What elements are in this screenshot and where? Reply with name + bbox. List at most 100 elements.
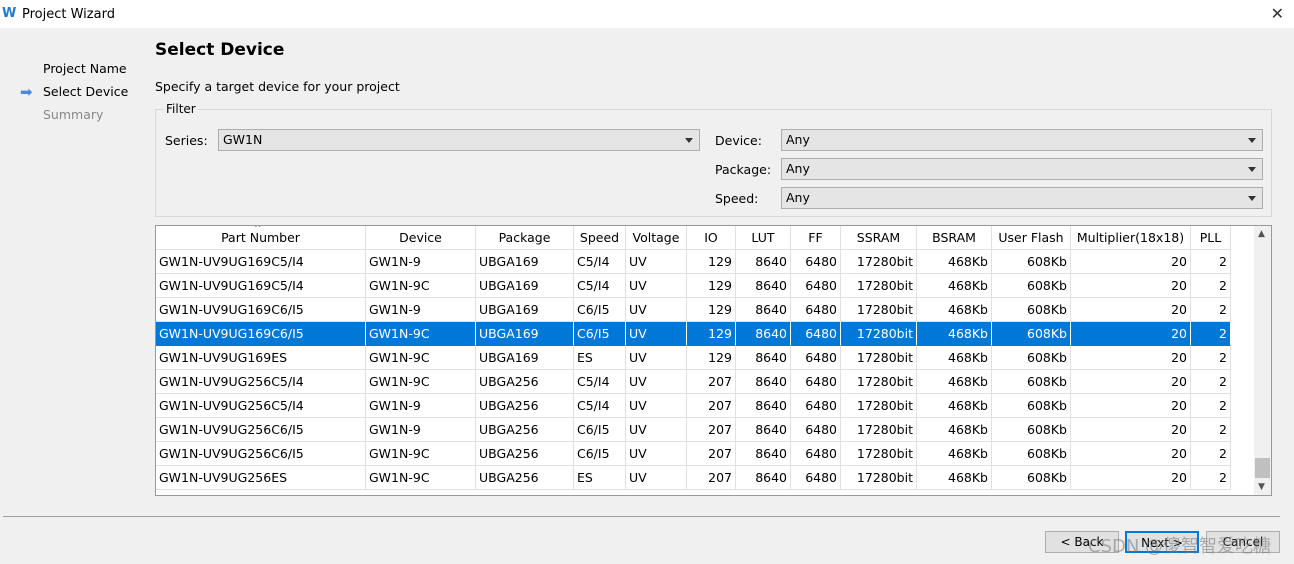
table-row[interactable]: GW1N-UV9UG256C5/I4 GW1N-9C UBGA256 C5/I4 UV 2… [156,370,1231,394]
filter-legend: Filter [164,102,198,116]
table-cell: GW1N-9C [366,274,476,298]
table-cell: UV [626,418,687,442]
table-row[interactable]: GW1N-UV9UG169C5/I4 GW1N-9 UBGA169 C5/I4 UV 12… [156,250,1231,274]
table-cell: 468Kb [917,298,992,322]
table-cell: 8640 [736,442,791,466]
device-select[interactable]: Any [781,129,1263,151]
table-cell: GW1N-UV9UG169C5/I4 [156,274,366,298]
table-cell: 17280bit [841,442,917,466]
scrollbar-thumb[interactable] [1255,458,1270,478]
table-cell: 20 [1071,394,1191,418]
column-header[interactable]: LUT [736,226,791,250]
table-cell: 20 [1071,322,1191,346]
table-row[interactable]: GW1N-UV9UG256C6/I5 GW1N-9C UBGA256 C6/I5 UV 2… [156,442,1231,466]
step-label: Project Name [43,61,127,76]
table-cell: GW1N-9C [366,370,476,394]
table-cell: 6480 [791,250,841,274]
table-cell: 17280bit [841,298,917,322]
table-cell: ES [574,346,626,370]
table-cell: 2 [1191,442,1231,466]
table-cell: GW1N-9 [366,418,476,442]
column-header[interactable]: Package [476,226,574,250]
table-cell: UV [626,346,687,370]
table-cell: UV [626,322,687,346]
table-cell: 20 [1071,418,1191,442]
table-cell: 20 [1071,442,1191,466]
table-cell: UBGA256 [476,394,574,418]
column-header[interactable]: PLL [1191,226,1231,250]
table-cell: 468Kb [917,346,992,370]
column-header[interactable]: BSRAM [917,226,992,250]
table-cell: 6480 [791,346,841,370]
table-cell: UBGA256 [476,418,574,442]
table-cell: UV [626,466,687,490]
table-cell: 608Kb [992,418,1071,442]
table-cell: 129 [687,322,736,346]
table-cell: 8640 [736,274,791,298]
vertical-scrollbar[interactable]: ▲ ▼ [1254,226,1271,495]
sort-ascending-icon: ^ [254,226,262,234]
table-row[interactable]: GW1N-UV9UG169ES GW1N-9C UBGA169 ES UV 129 8640… [156,346,1231,370]
table-cell: 207 [687,442,736,466]
table-cell: UBGA256 [476,370,574,394]
table-cell: C5/I4 [574,370,626,394]
column-header[interactable]: User Flash [992,226,1071,250]
table-cell: GW1N-UV9UG256C6/I5 [156,442,366,466]
table-cell: 17280bit [841,466,917,490]
table-cell: GW1N-UV9UG256ES [156,466,366,490]
table-cell: GW1N-9C [366,322,476,346]
table-cell: 20 [1071,298,1191,322]
app-logo-icon: W [2,6,17,21]
series-select[interactable]: GW1N [218,129,700,151]
table-row[interactable]: GW1N-UV9UG256C5/I4 GW1N-9 UBGA256 C5/I4 UV 20… [156,394,1231,418]
close-icon[interactable]: ✕ [1271,4,1284,23]
step-project-name: Project Name [20,57,128,80]
column-header[interactable]: FF [791,226,841,250]
table-cell: 468Kb [917,466,992,490]
table-cell: 8640 [736,418,791,442]
table-cell: ES [574,466,626,490]
table-cell: 6480 [791,322,841,346]
column-header[interactable]: Speed [574,226,626,250]
device-table: ▲ ▼ ^ Part Number Device Package Speed Voltag… [155,225,1272,496]
table-row[interactable]: GW1N-UV9UG169C6/I5 GW1N-9C UBGA169 C6/I5 UV 1… [156,322,1231,346]
table-cell: 8640 [736,346,791,370]
table-cell: UBGA169 [476,346,574,370]
table-cell: 17280bit [841,370,917,394]
table-cell: 2 [1191,298,1231,322]
table-cell: UV [626,298,687,322]
scroll-up-icon[interactable]: ▲ [1258,229,1265,239]
speed-select[interactable]: Any [781,187,1263,209]
table-cell: 8640 [736,298,791,322]
table-cell: 608Kb [992,298,1071,322]
table-cell: UV [626,394,687,418]
table-cell: GW1N-UV9UG256C5/I4 [156,370,366,394]
table-cell: 20 [1071,466,1191,490]
table-cell: 468Kb [917,322,992,346]
table-row[interactable]: GW1N-UV9UG169C6/I5 GW1N-9 UBGA169 C6/I5 UV 12… [156,298,1231,322]
package-select[interactable]: Any [781,158,1263,180]
column-header[interactable]: Device [366,226,476,250]
table-cell: UV [626,370,687,394]
table-row[interactable]: GW1N-UV9UG256ES GW1N-9C UBGA256 ES UV 207 8640… [156,466,1231,490]
scroll-down-icon[interactable]: ▼ [1258,482,1265,492]
column-header[interactable]: Multiplier(18x18) [1071,226,1191,250]
table-cell: 608Kb [992,394,1071,418]
table-cell: UBGA256 [476,442,574,466]
column-header[interactable]: IO [687,226,736,250]
table-cell: 207 [687,418,736,442]
table-cell: 17280bit [841,346,917,370]
column-header[interactable]: ^ Part Number [156,226,366,250]
column-header[interactable]: SSRAM [841,226,917,250]
table-cell: GW1N-9C [366,346,476,370]
page-subtitle: Specify a target device for your project [155,79,400,94]
column-header[interactable]: Voltage [626,226,687,250]
table-row[interactable]: GW1N-UV9UG169C5/I4 GW1N-9C UBGA169 C5/I4 UV 1… [156,274,1231,298]
table-cell: GW1N-UV9UG169C5/I4 [156,250,366,274]
table-cell: 608Kb [992,466,1071,490]
table-row[interactable]: GW1N-UV9UG256C6/I5 GW1N-9 UBGA256 C6/I5 UV 20… [156,418,1231,442]
table-cell: UBGA169 [476,322,574,346]
table-cell: 8640 [736,370,791,394]
table-cell: C5/I4 [574,394,626,418]
table-cell: 2 [1191,418,1231,442]
